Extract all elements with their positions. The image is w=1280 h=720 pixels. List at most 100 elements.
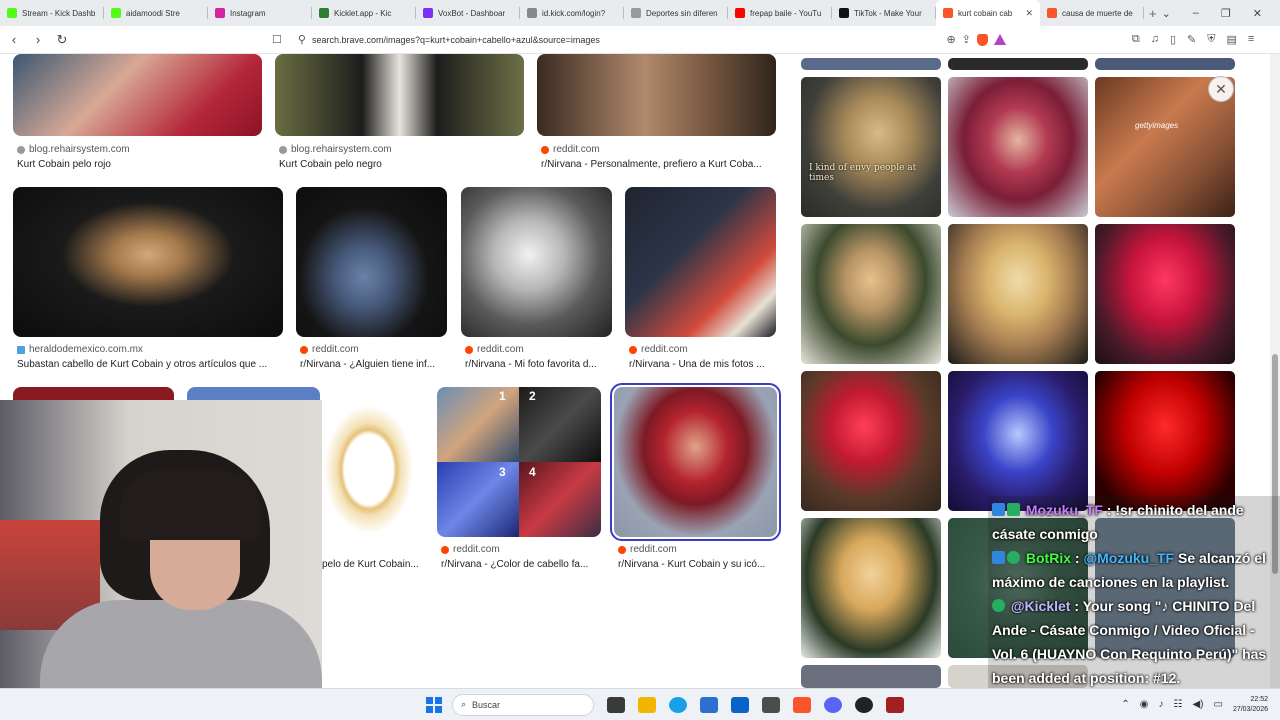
file-explorer-icon[interactable] [638,696,656,713]
browser-tab-2[interactable]: aidamoodi Stre [104,0,208,26]
brave-rewards-icon[interactable] [993,34,1006,45]
back-button[interactable]: ‹ [4,32,24,47]
result-image-1[interactable] [13,54,262,136]
result-source-5[interactable]: reddit.com [300,344,359,355]
related-image-9[interactable] [1095,371,1235,511]
forward-button[interactable]: › [28,32,48,47]
related-image-7[interactable] [801,371,941,511]
url-text[interactable]: search.brave.com/images?q=kurt+cobain+ca… [312,35,941,45]
result-image-6[interactable] [461,187,612,337]
network-icon[interactable]: ☷ [1174,699,1183,710]
result-image-12-selected[interactable] [610,383,781,541]
related-image-0b[interactable] [948,58,1088,70]
camera-icon[interactable]: ◉ [1140,699,1149,710]
browser-tab-11[interactable]: causa de muerte de [1040,0,1144,26]
related-image-4[interactable] [801,224,941,364]
microphone-icon[interactable]: ♪ [1159,699,1164,710]
tab-favicon-icon [111,8,121,18]
edge-icon[interactable] [669,696,687,713]
tab-close-icon[interactable]: ✕ [1025,8,1033,19]
result-source-7[interactable]: reddit.com [629,344,688,355]
browser-tab-6[interactable]: id.kick.com/login? [520,0,624,26]
media-icon[interactable]: ♫ [1151,33,1159,46]
result-caption-3[interactable]: r/Nirvana - Personalmente, prefiero a Ku… [541,159,777,170]
start-button-icon[interactable] [426,696,442,713]
bookmark-icon[interactable]: ☐ [272,33,282,46]
brave-icon[interactable] [793,696,811,713]
browser-tab-5[interactable]: VoxBot - Dashboar [416,0,520,26]
related-image-2[interactable] [948,77,1088,217]
result-caption-5[interactable]: r/Nirvana - ¿Alguien tiene inf... [300,359,447,370]
result-source-4[interactable]: heraldodemexico.com.mx [17,344,143,355]
share-icon[interactable]: ⇪ [962,33,971,46]
result-source-11[interactable]: reddit.com [441,544,500,555]
browser-tab-3[interactable]: Instagram [208,0,312,26]
result-caption-7[interactable]: r/Nirvana - Una de mis fotos ... [629,359,776,370]
result-source-12[interactable]: reddit.com [618,544,677,555]
browser-tab-4[interactable]: Kicklet.app - Kic [312,0,416,26]
outlook-icon[interactable] [731,696,749,713]
collage-number-4: 4 [529,465,536,479]
browser-tab-10[interactable]: kurt cobain cab ✕ [936,0,1040,26]
maximize-button[interactable]: ❐ [1221,7,1231,20]
store-icon[interactable] [700,696,718,713]
related-image-10[interactable] [801,518,941,658]
brave-shields-icon[interactable] [976,33,988,46]
result-caption-4[interactable]: Subastan cabello de Kurt Cobain y otros … [17,359,283,370]
result-image-7[interactable] [625,187,776,337]
related-image-6[interactable] [1095,224,1235,364]
close-window-button[interactable]: ✕ [1253,7,1262,20]
zoom-icon[interactable]: ⊕ [946,33,955,46]
address-bar[interactable]: ⚲ search.brave.com/images?q=kurt+cobain+… [292,30,1012,50]
result-caption-6[interactable]: r/Nirvana - Mi foto favorita d... [465,359,612,370]
browser-tab-7[interactable]: Deportes sin diferen [624,0,728,26]
related-image-5[interactable] [948,224,1088,364]
related-image-0a[interactable] [801,58,941,70]
result-source-6[interactable]: reddit.com [465,344,524,355]
result-caption-1[interactable]: Kurt Cobain pelo rojo [17,159,257,170]
result-caption-10[interactable]: pelo de Kurt Cobain... [322,559,426,570]
result-image-5[interactable] [296,187,447,337]
edit-icon[interactable]: ✎ [1187,33,1196,46]
task-view-icon[interactable] [607,696,625,713]
browser-tab-9[interactable]: TikTok - Make Your [832,0,936,26]
browser-tab-1[interactable]: Stream - Kick Dashb [0,0,104,26]
result-source-2[interactable]: blog.rehairsystem.com [279,144,392,155]
taskbar-search[interactable]: ⌕ Buscar [452,693,594,716]
new-tab-button[interactable]: + [1144,6,1162,21]
window-controls: ⌄ – ❐ ✕ [1162,7,1280,20]
sidebar-icon[interactable]: ▯ [1170,33,1176,46]
obs-icon[interactable] [855,696,873,713]
vpn-icon[interactable]: ⛨ [1207,33,1215,46]
related-image-1[interactable]: I kind of envy people at times [801,77,941,217]
volume-icon[interactable]: ◀) [1192,699,1203,710]
related-image-13[interactable] [801,665,941,688]
result-image-4[interactable] [13,187,283,337]
result-image-2[interactable] [275,54,524,136]
result-source-1[interactable]: blog.rehairsystem.com [17,144,130,155]
menu-icon[interactable]: ≡ [1248,33,1254,46]
wallet-icon[interactable]: ▤ [1227,33,1237,46]
extensions-icon[interactable]: ⧉ [1132,33,1140,46]
dota-icon[interactable] [886,696,904,713]
close-panel-button[interactable]: ✕ [1208,76,1234,102]
result-caption-12[interactable]: r/Nirvana - Kurt Cobain y su icó... [618,559,776,570]
result-image-10[interactable] [322,387,426,537]
result-image-11[interactable]: 1 2 3 4 [437,387,601,537]
related-image-0c[interactable] [1095,58,1235,70]
discord-icon[interactable] [824,696,842,713]
browser-tab-8[interactable]: frepap baile - YouTu [728,0,832,26]
clock[interactable]: 22:52 27/03/2026 [1233,695,1268,715]
result-source-3[interactable]: reddit.com [541,144,600,155]
reload-button[interactable]: ↻ [52,32,72,48]
result-image-3[interactable] [537,54,776,136]
app-icon[interactable] [762,696,780,713]
tray-overflow-icon[interactable]: ⌃ [1121,699,1129,710]
tab-search-button[interactable]: ⌄ [1162,7,1171,20]
result-caption-2[interactable]: Kurt Cobain pelo negro [279,159,519,170]
battery-icon[interactable]: ▭ [1214,699,1223,710]
site-info-icon[interactable]: ⚲ [298,33,306,46]
related-image-8[interactable] [948,371,1088,511]
minimize-button[interactable]: – [1193,7,1199,20]
result-caption-11[interactable]: r/Nirvana - ¿Color de cabello fa... [441,559,601,570]
